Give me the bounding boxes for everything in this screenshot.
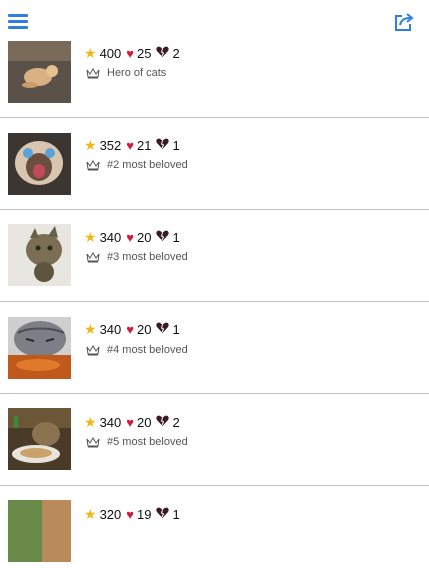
stars-count: 320 xyxy=(99,506,122,522)
list-item[interactable]: ★ 352 ♥ 21 1 #2 most beloved xyxy=(0,118,429,210)
heart-icon: ♥ xyxy=(126,229,134,245)
list-item[interactable]: ★ 320 ♥ 19 1 xyxy=(0,486,429,578)
star-icon: ★ xyxy=(84,45,97,61)
crown-icon xyxy=(86,436,100,448)
hearts-count: 25 xyxy=(136,45,152,61)
hearts-count: 20 xyxy=(136,414,152,430)
cat-thumbnail[interactable] xyxy=(8,408,71,470)
star-icon: ★ xyxy=(84,506,97,522)
stars-count: 340 xyxy=(99,414,122,430)
rank-label: Hero of cats xyxy=(107,67,167,79)
stats-line: ★ 352 ♥ 21 1 xyxy=(84,136,185,154)
cat-thumbnail[interactable] xyxy=(8,317,71,379)
heart-icon: ♥ xyxy=(126,321,134,337)
stars-count: 400 xyxy=(99,45,122,61)
list-item[interactable]: ★ 400 ♥ 25 2 Hero of cats xyxy=(0,28,429,120)
list-item[interactable]: ★ 340 ♥ 20 2 #5 most beloved xyxy=(0,394,429,486)
broken-hearts-count: 1 xyxy=(172,229,180,245)
rank-line: #5 most beloved xyxy=(86,434,188,450)
rank-line: #3 most beloved xyxy=(86,249,188,265)
cat-thumbnail[interactable] xyxy=(8,500,71,562)
heart-icon: ♥ xyxy=(126,137,134,153)
rank-label: #2 most beloved xyxy=(107,159,188,171)
rank-line: #4 most beloved xyxy=(86,342,188,358)
rank-line: #2 most beloved xyxy=(86,157,188,173)
crown-icon xyxy=(86,159,100,171)
cat-thumbnail[interactable] xyxy=(8,41,71,103)
stats-line: ★ 320 ♥ 19 1 xyxy=(84,505,185,523)
list-item[interactable]: ★ 340 ♥ 20 1 #3 most beloved xyxy=(0,210,429,302)
stats-line: ★ 340 ♥ 20 1 xyxy=(84,320,185,338)
heart-icon: ♥ xyxy=(126,414,134,430)
stats-line: ★ 400 ♥ 25 2 xyxy=(84,44,185,62)
star-icon: ★ xyxy=(84,321,97,337)
star-icon: ★ xyxy=(84,137,97,153)
crown-icon xyxy=(86,67,100,79)
top-toolbar xyxy=(0,0,429,40)
star-icon: ★ xyxy=(84,414,97,430)
broken-heart-icon xyxy=(156,46,170,60)
stats-line: ★ 340 ♥ 20 1 xyxy=(84,228,185,246)
broken-heart-icon xyxy=(156,415,170,429)
broken-heart-icon xyxy=(156,138,170,152)
rank-label: #4 most beloved xyxy=(107,344,188,356)
rank-label: #5 most beloved xyxy=(107,436,188,448)
stars-count: 352 xyxy=(99,137,122,153)
cat-thumbnail[interactable] xyxy=(8,133,71,195)
broken-heart-icon xyxy=(156,230,170,244)
rank-label: #3 most beloved xyxy=(107,251,188,263)
cat-thumbnail[interactable] xyxy=(8,224,71,286)
crown-icon xyxy=(86,344,100,356)
broken-heart-icon xyxy=(156,322,170,336)
share-icon[interactable] xyxy=(394,12,414,32)
cat-ranking-list: ★ 400 ♥ 25 2 Hero of cats ★ 352 ♥ 21 1 #… xyxy=(0,0,429,562)
rank-line: Hero of cats xyxy=(86,65,166,81)
hamburger-menu-icon[interactable] xyxy=(8,14,28,30)
hearts-count: 19 xyxy=(136,506,152,522)
broken-hearts-count: 1 xyxy=(172,506,180,522)
broken-hearts-count: 1 xyxy=(172,321,180,337)
broken-hearts-count: 2 xyxy=(172,414,180,430)
broken-hearts-count: 1 xyxy=(172,137,180,153)
hearts-count: 20 xyxy=(136,229,152,245)
stars-count: 340 xyxy=(99,321,122,337)
stats-line: ★ 340 ♥ 20 2 xyxy=(84,413,185,431)
broken-hearts-count: 2 xyxy=(172,45,180,61)
broken-heart-icon xyxy=(156,507,170,521)
list-item[interactable]: ★ 340 ♥ 20 1 #4 most beloved xyxy=(0,302,429,394)
star-icon: ★ xyxy=(84,229,97,245)
stars-count: 340 xyxy=(99,229,122,245)
heart-icon: ♥ xyxy=(126,45,134,61)
hearts-count: 20 xyxy=(136,321,152,337)
crown-icon xyxy=(86,251,100,263)
heart-icon: ♥ xyxy=(126,506,134,522)
hearts-count: 21 xyxy=(136,137,152,153)
